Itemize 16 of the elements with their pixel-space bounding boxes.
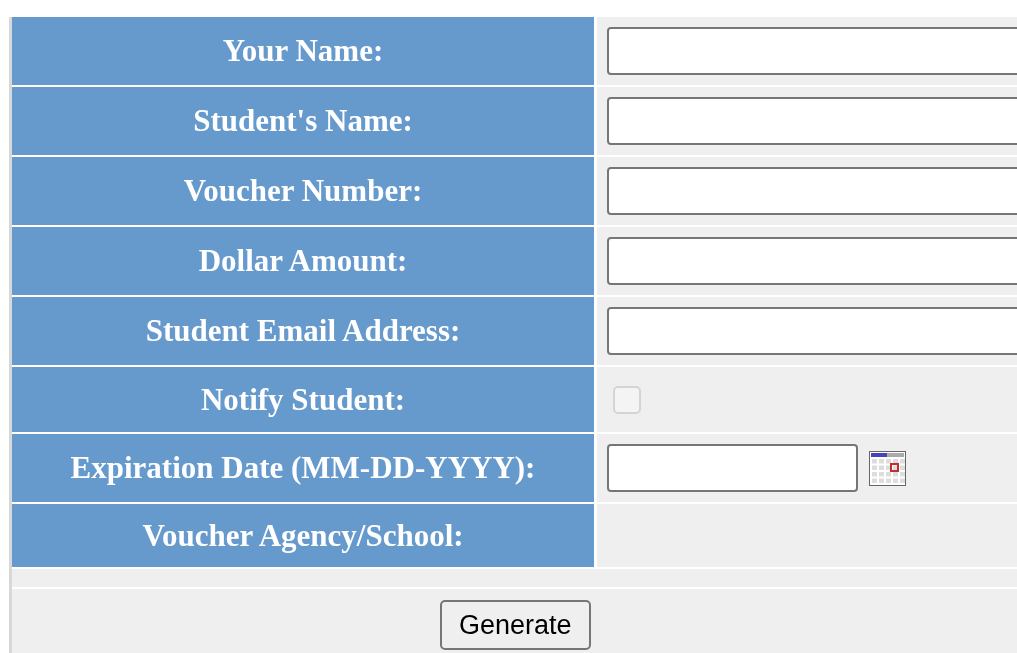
text-field[interactable]	[607, 97, 1017, 145]
text-field[interactable]	[607, 167, 1017, 215]
field-label: Dollar Amount:	[12, 227, 594, 295]
text-field[interactable]	[607, 307, 1017, 355]
field-label: Expiration Date (MM-DD-YYYY):	[12, 434, 594, 502]
calendar-icon[interactable]	[869, 450, 906, 486]
field-label: Voucher Agency/School:	[12, 504, 594, 567]
field-label: Notify Student:	[12, 367, 594, 432]
field-label: Student Email Address:	[12, 297, 594, 365]
text-field[interactable]	[607, 237, 1017, 285]
text-field[interactable]	[607, 27, 1017, 75]
field-label: Your Name:	[12, 17, 594, 85]
generate-button[interactable]: Generate	[440, 600, 591, 650]
field-label: Voucher Number:	[12, 157, 594, 225]
field-label: Student's Name:	[12, 87, 594, 155]
date-field[interactable]	[607, 444, 858, 492]
